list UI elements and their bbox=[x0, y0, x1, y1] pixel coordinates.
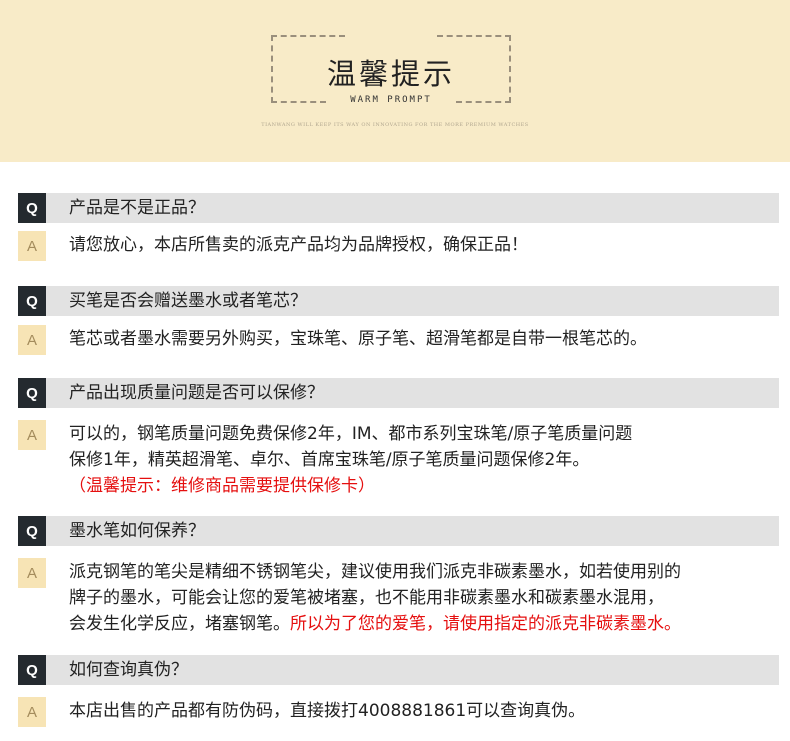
answer-segment: 会发生化学反应，堵塞钢笔。 bbox=[69, 614, 290, 634]
a-badge: A bbox=[18, 697, 46, 727]
answer-text: 派克钢笔的笔尖是精细不锈钢笔尖，建议使用我们派克非碳素墨水，如若使用别的 牌子的… bbox=[69, 559, 681, 637]
answer-row: A 本店出售的产品都有防伪码，直接拨打4008881861可以查询真伪。 bbox=[18, 697, 779, 727]
answer-note: （温馨提示：维修商品需要提供保修卡） bbox=[69, 476, 375, 496]
answer-highlight: 所以为了您的爱笔，请使用指定的派克非碳素墨水。 bbox=[290, 614, 681, 634]
answer-text: 可以的，钢笔质量问题免费保修2年，IM、都市系列宝珠笔/原子笔质量问题 保修1年… bbox=[69, 421, 632, 499]
title-frame: 温馨提示 WARM PROMPT bbox=[271, 35, 511, 105]
question-text: 墨水笔如何保养？ bbox=[69, 521, 205, 541]
question-bar: Q 产品出现质量问题是否可以保修？ bbox=[18, 378, 779, 408]
q-badge: Q bbox=[18, 655, 46, 685]
answer-text: 请您放心，本店所售卖的派克产品均为品牌授权，确保正品！ bbox=[69, 232, 528, 258]
a-badge: A bbox=[18, 558, 46, 588]
answer-line: 牌子的墨水，可能会让您的爱笔被堵塞，也不能用非碳素墨水和碳素墨水混用， bbox=[69, 588, 664, 608]
q-badge: Q bbox=[18, 193, 46, 223]
answer-line: 会发生化学反应，堵塞钢笔。所以为了您的爱笔，请使用指定的派克非碳素墨水。 bbox=[69, 611, 681, 637]
a-badge: A bbox=[18, 420, 46, 450]
a-badge: A bbox=[18, 325, 46, 355]
answer-line: 保修1年，精英超滑笔、卓尔、首席宝珠笔/原子笔质量问题保修2年。 bbox=[69, 450, 590, 470]
page-title: 温馨提示 bbox=[326, 57, 455, 91]
question-text: 产品是不是正品？ bbox=[69, 198, 205, 218]
answer-line: 笔芯或者墨水需要另外购买，宝珠笔、原子笔、超滑笔都是自带一根笔芯的。 bbox=[69, 329, 647, 349]
answer-row: A 可以的，钢笔质量问题免费保修2年，IM、都市系列宝珠笔/原子笔质量问题 保修… bbox=[18, 420, 779, 496]
answer-line: 可以的，钢笔质量问题免费保修2年，IM、都市系列宝珠笔/原子笔质量问题 bbox=[69, 424, 633, 444]
question-text: 产品出现质量问题是否可以保修？ bbox=[69, 383, 324, 403]
page-subtitle: WARM PROMPT bbox=[350, 95, 432, 105]
answer-row: A 请您放心，本店所售卖的派克产品均为品牌授权，确保正品！ bbox=[18, 231, 779, 261]
q-badge: Q bbox=[18, 516, 46, 546]
answer-text: 本店出售的产品都有防伪码，直接拨打4008881861可以查询真伪。 bbox=[69, 698, 585, 724]
answer-row: A 派克钢笔的笔尖是精细不锈钢笔尖，建议使用我们派克非碳素墨水，如若使用别的 牌… bbox=[18, 558, 779, 634]
question-text: 如何查询真伪？ bbox=[69, 660, 188, 680]
question-text: 买笔是否会赠送墨水或者笔芯？ bbox=[69, 291, 307, 311]
question-bar: Q 买笔是否会赠送墨水或者笔芯？ bbox=[18, 286, 779, 316]
frame-top-left-line bbox=[271, 35, 345, 37]
a-badge: A bbox=[18, 231, 46, 261]
q-badge: Q bbox=[18, 286, 46, 316]
answer-text: 笔芯或者墨水需要另外购买，宝珠笔、原子笔、超滑笔都是自带一根笔芯的。 bbox=[69, 326, 647, 352]
answer-row: A 笔芯或者墨水需要另外购买，宝珠笔、原子笔、超滑笔都是自带一根笔芯的。 bbox=[18, 325, 779, 355]
answer-line: 请您放心，本店所售卖的派克产品均为品牌授权，确保正品！ bbox=[69, 235, 528, 255]
header-banner: 温馨提示 WARM PROMPT TIANWANG WILL KEEP ITS … bbox=[0, 0, 790, 162]
question-bar: Q 如何查询真伪？ bbox=[18, 655, 779, 685]
fine-print: TIANWANG WILL KEEP ITS WAY ON INNOVATING… bbox=[261, 122, 529, 128]
q-badge: Q bbox=[18, 378, 46, 408]
answer-line: 派克钢笔的笔尖是精细不锈钢笔尖，建议使用我们派克非碳素墨水，如若使用别的 bbox=[69, 562, 681, 582]
answer-line: 本店出售的产品都有防伪码，直接拨打4008881861可以查询真伪。 bbox=[69, 701, 586, 721]
question-bar: Q 墨水笔如何保养？ bbox=[18, 516, 779, 546]
question-bar: Q 产品是不是正品？ bbox=[18, 193, 779, 223]
frame-top-right-line bbox=[437, 35, 511, 37]
